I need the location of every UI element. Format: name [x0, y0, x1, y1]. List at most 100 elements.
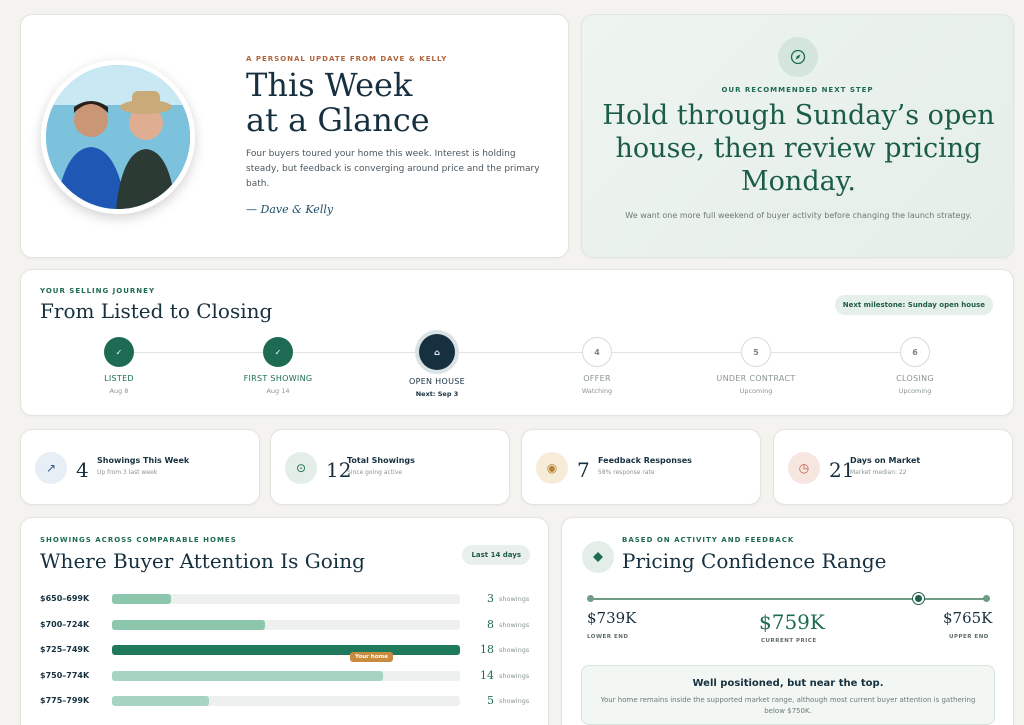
stat-card: ◷ 21 Days on Market Market median: 22	[773, 429, 1013, 505]
pricing-title: Pricing Confidence Range	[622, 549, 887, 573]
stat-value: 7	[577, 458, 590, 482]
step-indicator: ⌂	[419, 334, 455, 370]
bar-fill	[112, 594, 171, 604]
bar-track	[112, 670, 460, 681]
price-band-row: $750–774K 14 showings Your home	[40, 651, 532, 682]
bar-fill	[112, 619, 265, 630]
range-start-dot	[587, 595, 594, 602]
price-range-track	[590, 598, 986, 600]
price-band-label: $775–799K	[40, 696, 90, 705]
price-band-row: $775–799K 5 showings	[40, 694, 532, 707]
bar-track	[112, 696, 460, 706]
bar-fill	[112, 696, 209, 706]
price-band-label: $750–774K	[40, 670, 90, 680]
bar-fill	[112, 670, 383, 681]
stat-subtext: Up from 3 last week	[97, 469, 158, 476]
stat-subtext: 58% response rate	[598, 469, 655, 476]
step-date: Next: Sep 3	[415, 390, 459, 398]
range-end-dot	[983, 595, 990, 602]
stat-subtext: Since going active	[347, 469, 403, 476]
bar-track	[112, 594, 460, 604]
upper-label: UPPER END	[949, 634, 989, 640]
recommendation-body: We want one more full weekend of buyer a…	[625, 211, 972, 220]
pricing-card: BASED ON ACTIVITY AND FEEDBACK Pricing C…	[561, 517, 1014, 725]
step-indicator: 4	[582, 337, 612, 367]
title-line-2: at a Glance	[246, 101, 430, 139]
agents-photo	[41, 60, 195, 214]
attention-title: Where Buyer Attention Is Going	[40, 549, 365, 573]
lower-price: $739K	[587, 609, 637, 627]
stat-card: ◉ 7 Feedback Responses 58% response rate	[521, 429, 761, 505]
chat-icon: ◉	[536, 452, 568, 484]
next-milestone-badge: Next milestone: Sunday open house	[834, 295, 993, 315]
signature: — Dave & Kelly	[246, 203, 334, 216]
showing-unit: showings	[499, 646, 530, 654]
stat-card: ⊙ 12 Total Showings Since going active	[270, 429, 510, 505]
step-indicator: ✓	[104, 337, 134, 367]
clock-icon: ◷	[788, 452, 820, 484]
pricing-note-title: Well positioned, but near the top.	[692, 678, 884, 689]
showing-count: 3	[487, 592, 494, 605]
showing-unit: showings	[499, 620, 530, 629]
recommendation-title: Hold through Sunday’s open house, then r…	[602, 100, 995, 197]
your-home-tag: Your home	[350, 651, 393, 662]
pricing-note: Well positioned, but near the top. Your …	[581, 665, 995, 725]
step-label: FIRST SHOWING	[243, 374, 313, 383]
showing-count: 18	[480, 643, 494, 656]
showing-count: 8	[487, 617, 494, 631]
pricing-eyebrow: BASED ON ACTIVITY AND FEEDBACK	[622, 536, 795, 544]
step-label: OPEN HOUSE	[408, 377, 465, 386]
showing-count: 5	[487, 694, 494, 707]
journey-step: 6 CLOSING Upcoming	[845, 337, 985, 395]
price-band-row: $725–749K 18 showings	[40, 643, 532, 656]
lower-label: LOWER END	[587, 634, 629, 640]
step-label: OFFER	[583, 374, 611, 383]
step-date: Upcoming	[898, 387, 932, 395]
hero-card: A PERSONAL UPDATE FROM DAVE & KELLY This…	[20, 14, 569, 258]
stat-label: Feedback Responses	[598, 456, 692, 465]
price-band-row: $700–724K 8 showings	[40, 617, 532, 631]
showing-unit: showings	[499, 595, 530, 603]
step-label: CLOSING	[896, 374, 934, 383]
compass-icon	[778, 37, 818, 77]
period-filter[interactable]: Last 14 days	[462, 545, 530, 565]
stat-subtext: Market median: 22	[850, 469, 907, 476]
page-title: This Week at a Glance	[246, 68, 546, 138]
diamond-icon	[582, 541, 614, 573]
step-date: Watching	[581, 387, 613, 395]
showing-unit: showings	[499, 671, 530, 680]
stat-value: 4	[76, 458, 89, 482]
price-band-label: $650–699K	[40, 594, 90, 603]
journey-step: ⌂ OPEN HOUSE Next: Sep 3	[367, 334, 507, 398]
stat-label: Total Showings	[347, 456, 415, 465]
current-price-marker	[913, 593, 925, 604]
price-band-label: $700–724K	[40, 619, 90, 629]
step-label: LISTED	[104, 374, 134, 383]
step-indicator: 6	[900, 337, 930, 367]
journey-card: YOUR SELLING JOURNEY From Listed to Clos…	[20, 269, 1014, 416]
buyer-attention-card: SHOWINGS ACROSS COMPARABLE HOMES Where B…	[20, 517, 549, 725]
price-band-label: $725–749K	[40, 645, 90, 654]
step-indicator: ✓	[263, 337, 293, 367]
step-label: UNDER CONTRACT	[716, 374, 796, 383]
showing-count: 14	[480, 668, 494, 682]
journey-step: 4 OFFER Watching	[527, 337, 667, 395]
attention-eyebrow: SHOWINGS ACROSS COMPARABLE HOMES	[40, 536, 237, 544]
hero-eyebrow: A PERSONAL UPDATE FROM DAVE & KELLY	[246, 55, 448, 63]
stat-label: Showings This Week	[97, 456, 190, 465]
step-date: Upcoming	[739, 387, 773, 395]
bar-track	[112, 645, 460, 655]
step-date: Aug 14	[266, 387, 290, 395]
bar-fill	[112, 645, 460, 655]
step-date: Aug 8	[109, 387, 129, 395]
recommendation-eyebrow: OUR RECOMMENDED NEXT STEP	[721, 86, 874, 94]
recommendation-card: OUR RECOMMENDED NEXT STEP Hold through S…	[581, 14, 1014, 258]
journey-step: ✓ FIRST SHOWING Aug 14	[208, 337, 348, 395]
showing-unit: showings	[499, 697, 530, 705]
bar-track	[112, 619, 460, 630]
step-indicator: 5	[741, 337, 771, 367]
stat-label: Days on Market	[850, 456, 921, 465]
price-band-row: $650–699K 3 showings	[40, 592, 532, 605]
trend-up-icon: ↗	[35, 452, 67, 484]
title-line-1: This Week	[246, 66, 413, 104]
